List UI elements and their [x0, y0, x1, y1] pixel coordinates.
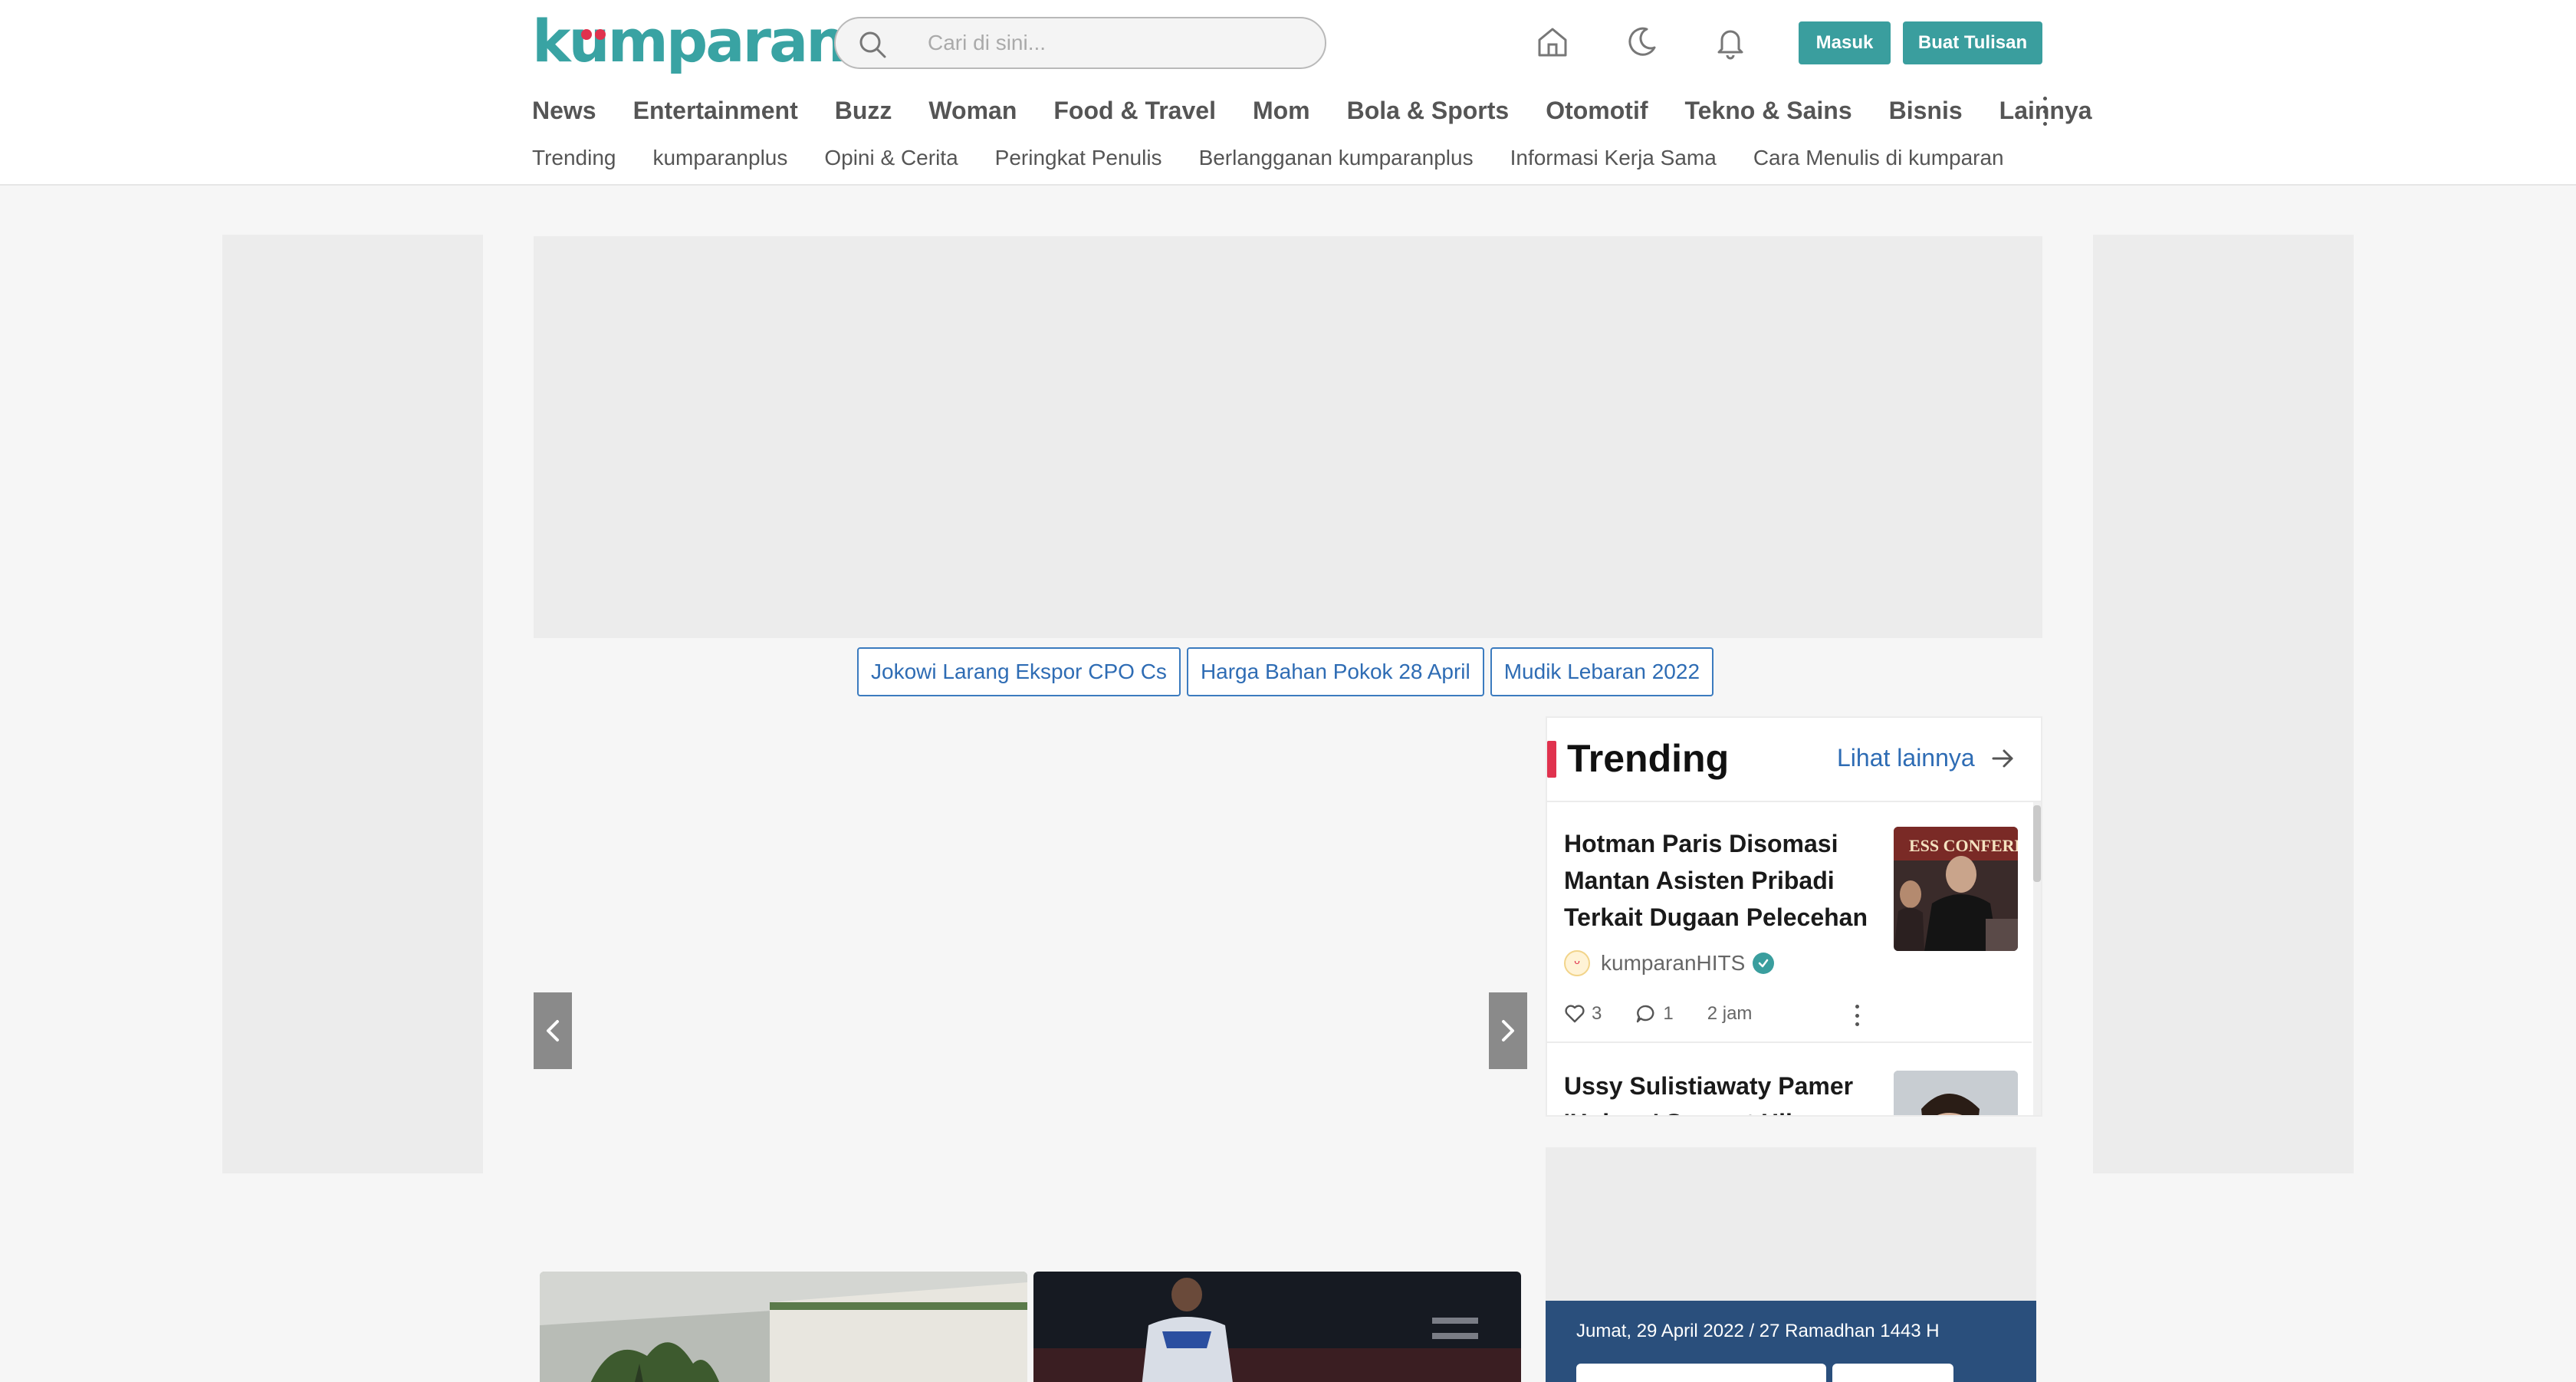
trending-item-meta: 3 1 2 jam — [1564, 1000, 1786, 1028]
subnav-item-trending[interactable]: Trending — [532, 146, 616, 170]
nav-more-icon[interactable] — [2039, 97, 2050, 126]
home-icon[interactable] — [1535, 25, 1570, 60]
site-header: kumparan Masuk Buat Tulisan News Enterta… — [0, 0, 2576, 186]
nav-item-otomotif[interactable]: Otomotif — [1546, 97, 1648, 125]
topic-chip[interactable]: Mudik Lebaran 2022 — [1490, 647, 1714, 696]
subnav-item-opini-cerita[interactable]: Opini & Cerita — [824, 146, 958, 170]
nav-item-tekno-sains[interactable]: Tekno & Sains — [1684, 97, 1852, 125]
nav-item-woman[interactable]: Woman — [928, 97, 1017, 125]
search-icon[interactable] — [857, 29, 888, 60]
trending-more-link[interactable]: Lihat lainnya — [1837, 744, 1975, 772]
prayer-times-widget: Jumat, 29 April 2022 / 27 Ramadhan 1443 … — [1546, 1301, 2036, 1382]
logo-u-mark: u — [568, 7, 610, 75]
article-thumbnail[interactable] — [1033, 1272, 1521, 1382]
like-count-value: 3 — [1592, 1003, 1602, 1024]
nav-item-buzz[interactable]: Buzz — [835, 97, 892, 125]
nav-item-food-travel[interactable]: Food & Travel — [1053, 97, 1216, 125]
like-count[interactable]: 3 — [1564, 1003, 1602, 1025]
carousel-prev-button[interactable] — [534, 992, 572, 1069]
top-banner-ad — [534, 236, 2042, 638]
nav-item-bola-sports[interactable]: Bola & Sports — [1347, 97, 1510, 125]
trending-panel: Trending Lihat lainnya Hotman Paris Diso… — [1546, 716, 2042, 1117]
nav-item-entertainment[interactable]: Entertainment — [633, 97, 798, 125]
heart-icon[interactable] — [1564, 1004, 1585, 1024]
subnav-item-kumparanplus[interactable]: kumparanplus — [652, 146, 787, 170]
trending-item-author[interactable]: ᵕ kumparanHITS — [1564, 948, 1775, 979]
comment-icon[interactable] — [1635, 1004, 1657, 1024]
comment-count-value: 1 — [1663, 1003, 1674, 1024]
scrollbar-thumb[interactable] — [2033, 805, 2041, 882]
author-avatar: ᵕ — [1564, 950, 1590, 976]
svg-text:ESS CONFERENC: ESS CONFERENC — [1909, 836, 2018, 855]
trending-title: Trending — [1567, 737, 1730, 780]
write-article-button[interactable]: Buat Tulisan — [1903, 21, 2042, 64]
chevron-right-icon — [1502, 1020, 1514, 1041]
prayer-select[interactable] — [1832, 1364, 1953, 1382]
kumparan-logo[interactable]: ku mparan — [532, 7, 847, 75]
article-thumbnail[interactable] — [540, 1272, 1027, 1382]
nav-item-news[interactable]: News — [532, 97, 596, 125]
main-nav: News Entertainment Buzz Woman Food & Tra… — [532, 94, 2129, 127]
trending-item[interactable]: Hotman Paris Disomasi Mantan Asisten Pri… — [1547, 802, 2032, 1043]
trending-accent-bar — [1547, 741, 1556, 778]
logo-dot — [580, 29, 592, 40]
search-bar[interactable] — [834, 17, 1326, 69]
city-select[interactable] — [1576, 1364, 1826, 1382]
subnav-item-cara-menulis[interactable]: Cara Menulis di kumparan — [1753, 146, 2004, 170]
author-name[interactable]: kumparanHITS — [1601, 951, 1745, 976]
left-ad-slot — [222, 235, 483, 1173]
subnav-item-berlangganan[interactable]: Berlangganan kumparanplus — [1199, 146, 1474, 170]
subnav-item-peringkat-penulis[interactable]: Peringkat Penulis — [995, 146, 1162, 170]
trending-item-title[interactable]: Hotman Paris Disomasi Mantan Asisten Pri… — [1564, 825, 1886, 936]
right-ad-slot — [2093, 235, 2354, 1173]
verified-icon — [1753, 953, 1775, 974]
more-options-icon[interactable] — [1854, 1005, 1860, 1026]
trending-header: Trending Lihat lainnya — [1547, 718, 2041, 802]
topic-chips: Jokowi Larang Ekspor CPO Cs Harga Bahan … — [857, 647, 1720, 696]
nav-item-mom[interactable]: Mom — [1253, 97, 1310, 125]
post-time: 2 jam — [1707, 1003, 1753, 1024]
right-rail-ad — [1546, 1147, 2036, 1301]
nav-item-bisnis[interactable]: Bisnis — [1889, 97, 1963, 125]
logo-dot — [594, 29, 606, 40]
arrow-right-icon[interactable] — [1990, 745, 2016, 772]
trending-item[interactable]: Ussy Sulistiawaty Pamer 'Hukum' Sempat H… — [1547, 1045, 2032, 1117]
trending-scrollbar[interactable] — [2033, 802, 2041, 1115]
topic-chip[interactable]: Jokowi Larang Ekspor CPO Cs — [857, 647, 1181, 696]
comment-count[interactable]: 1 — [1635, 1003, 1674, 1025]
bell-icon[interactable] — [1713, 25, 1748, 60]
subnav-item-kerja-sama[interactable]: Informasi Kerja Sama — [1510, 146, 1717, 170]
search-input[interactable] — [928, 18, 1311, 67]
carousel-next-button[interactable] — [1489, 992, 1527, 1069]
trending-item-thumbnail[interactable]: ESS CONFERENC — [1894, 827, 2018, 951]
chevron-left-icon — [547, 1020, 559, 1041]
topic-chip[interactable]: Harga Bahan Pokok 28 April — [1186, 647, 1484, 696]
trending-item-thumbnail[interactable] — [1894, 1071, 2018, 1117]
sub-nav: Trending kumparanplus Opini & Cerita Per… — [532, 143, 2041, 173]
trending-item-title[interactable]: Ussy Sulistiawaty Pamer 'Hukum' Sempat H… — [1564, 1068, 1886, 1115]
login-button[interactable]: Masuk — [1799, 21, 1891, 64]
prayer-date: Jumat, 29 April 2022 / 27 Ramadhan 1443 … — [1576, 1321, 1940, 1341]
moon-icon[interactable] — [1624, 25, 1659, 60]
